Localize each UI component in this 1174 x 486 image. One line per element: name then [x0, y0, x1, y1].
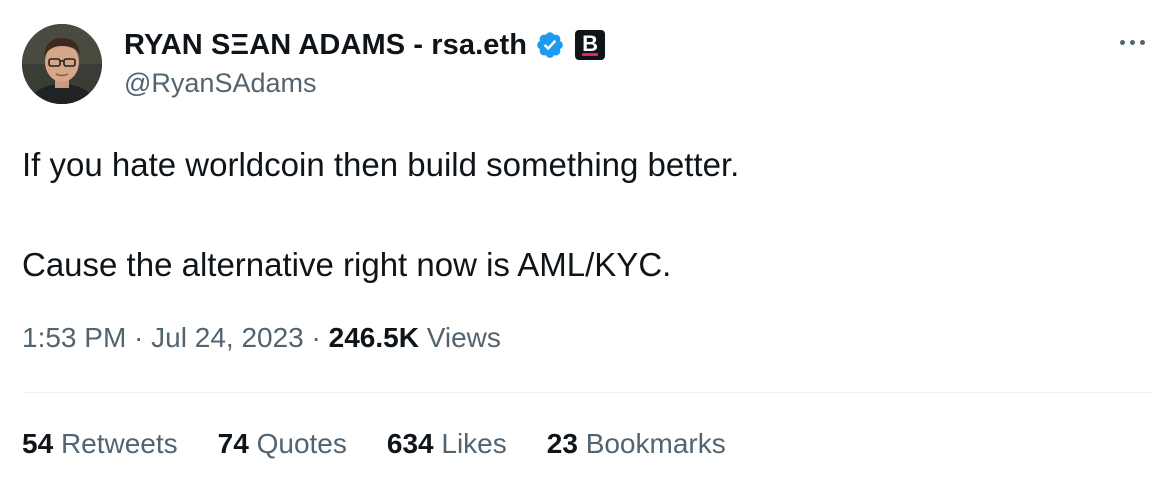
divider: [22, 392, 1154, 393]
engagement-stats: 54 Retweets 74 Quotes 634 Likes 23 Bookm…: [22, 428, 766, 460]
likes-stat[interactable]: 634 Likes: [387, 428, 507, 460]
bookmarks-label: Bookmarks: [585, 428, 726, 459]
bookmarks-count: 23: [546, 428, 578, 459]
author-display-name[interactable]: RYAN SΞAN ADAMS - rsa.eth: [124, 29, 527, 62]
likes-label: Likes: [441, 428, 507, 459]
verified-badge-icon[interactable]: [535, 30, 565, 60]
retweets-count: 54: [22, 428, 54, 459]
avatar-image: [22, 24, 102, 104]
meta-separator: ·: [303, 322, 329, 353]
quotes-label: Quotes: [256, 428, 347, 459]
more-dot: [1119, 39, 1125, 45]
views-label: Views: [426, 322, 501, 353]
more-dot: [1139, 39, 1145, 45]
quotes-stat[interactable]: 74 Quotes: [218, 428, 347, 460]
more-options-icon[interactable]: [1112, 30, 1152, 54]
quotes-count: 74: [217, 428, 249, 459]
retweets-label: Retweets: [60, 428, 178, 459]
author-name-row: RYAN SΞAN ADAMS - rsa.eth B: [124, 26, 606, 64]
tweet-date[interactable]: Jul 24, 2023: [151, 322, 304, 353]
meta-separator: ·: [126, 322, 152, 353]
tweet-meta: 1:53 PM · Jul 24, 2023 · 246.5K Views: [22, 322, 501, 354]
tweet-card: RYAN SΞAN ADAMS - rsa.eth B @RyanSAdams …: [0, 0, 1174, 486]
retweets-stat[interactable]: 54 Retweets: [22, 428, 178, 460]
more-dot: [1129, 39, 1135, 45]
bookmarks-stat[interactable]: 23 Bookmarks: [547, 428, 726, 460]
views-count: 246.5K: [328, 322, 419, 353]
likes-count: 634: [386, 428, 434, 459]
author-handle[interactable]: @RyanSAdams: [124, 68, 316, 99]
tweet-time[interactable]: 1:53 PM: [22, 322, 126, 353]
affiliate-badge-icon[interactable]: B: [575, 30, 606, 60]
avatar[interactable]: [22, 24, 102, 104]
tweet-text-line-1: If you hate worldcoin then build somethi…: [22, 146, 740, 183]
tweet-text-line-2: Cause the alternative right now is AML/K…: [22, 246, 672, 283]
